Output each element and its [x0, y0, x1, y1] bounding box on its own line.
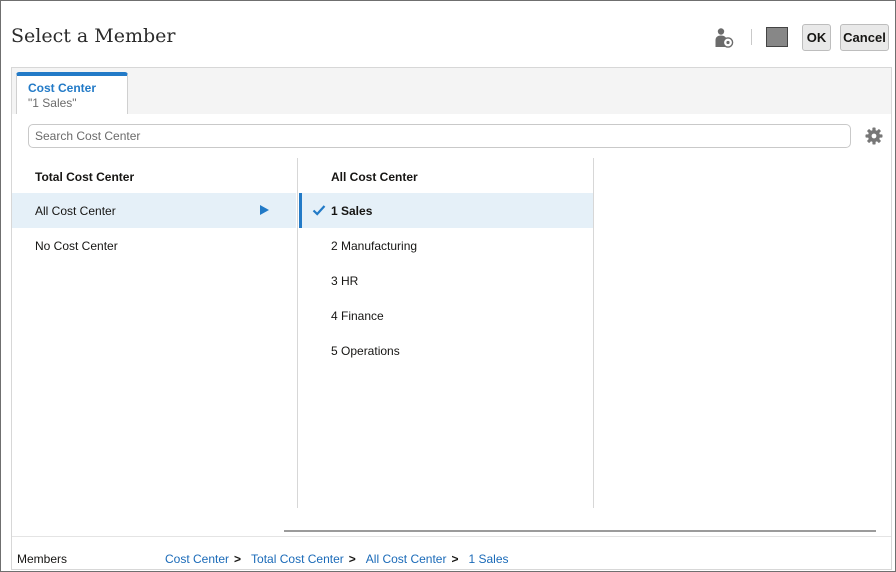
- breadcrumb: Cost Center > Total Cost Center > All Co…: [165, 552, 509, 566]
- checkmark-icon: [312, 203, 326, 217]
- list-item-label: 2 Manufacturing: [331, 238, 418, 253]
- breadcrumb-separator: >: [234, 552, 242, 566]
- list-item-label: No Cost Center: [35, 238, 118, 253]
- breadcrumb-all-cost-center[interactable]: All Cost Center: [366, 552, 447, 566]
- dialog-title: Select a Member: [11, 25, 176, 47]
- list-item-all-cost-center[interactable]: All Cost Center: [12, 193, 296, 228]
- cancel-button[interactable]: Cancel: [840, 24, 889, 51]
- breadcrumb-total-cost-center[interactable]: Total Cost Center: [251, 552, 344, 566]
- list-item-label: 4 Finance: [331, 308, 384, 323]
- list-item-no-cost-center[interactable]: No Cost Center: [12, 228, 296, 263]
- member-selector-panel: Cost Center "1 Sales" Total Cost Center: [11, 67, 892, 570]
- column-divider: [593, 158, 594, 508]
- list-item-4-finance[interactable]: 4 Finance: [299, 298, 593, 333]
- list-item-5-operations[interactable]: 5 Operations: [299, 333, 593, 368]
- ok-button[interactable]: OK: [802, 24, 831, 51]
- dimension-tabstrip: Cost Center "1 Sales": [12, 68, 891, 114]
- members-label: Members: [17, 552, 68, 566]
- list-item-label: 5 Operations: [331, 343, 400, 358]
- breadcrumb-separator: >: [451, 552, 459, 566]
- tab-cost-center[interactable]: Cost Center "1 Sales": [16, 72, 128, 114]
- tab-selection: "1 Sales": [28, 96, 77, 110]
- horizontal-scrollbar[interactable]: [284, 530, 876, 532]
- search-input[interactable]: [28, 124, 851, 148]
- gear-icon[interactable]: [865, 127, 883, 145]
- list-item-label: 1 Sales: [331, 203, 373, 218]
- tab-title: Cost Center: [28, 81, 97, 95]
- breadcrumb-cost-center[interactable]: Cost Center: [165, 552, 229, 566]
- list-item-label: 3 HR: [331, 273, 359, 288]
- color-swatch-button[interactable]: [766, 27, 788, 47]
- select-member-dialog: Select a Member OK Cancel Cost Center "1…: [0, 0, 896, 572]
- list-item-3-hr[interactable]: 3 HR: [299, 263, 593, 298]
- header-separator: [751, 29, 752, 45]
- left-column-header: Total Cost Center: [35, 170, 135, 184]
- list-item-1-sales[interactable]: 1 Sales: [299, 193, 593, 228]
- list-item-2-manufacturing[interactable]: 2 Manufacturing: [299, 228, 593, 263]
- footer-divider: [12, 536, 891, 537]
- column-divider: [297, 158, 298, 508]
- breadcrumb-separator: >: [348, 552, 356, 566]
- middle-column-header: All Cost Center: [331, 170, 418, 184]
- list-item-label: All Cost Center: [35, 203, 116, 218]
- user-settings-icon[interactable]: [714, 27, 734, 49]
- breadcrumb-1-sales[interactable]: 1 Sales: [469, 552, 509, 566]
- triangle-right-icon[interactable]: [260, 205, 269, 215]
